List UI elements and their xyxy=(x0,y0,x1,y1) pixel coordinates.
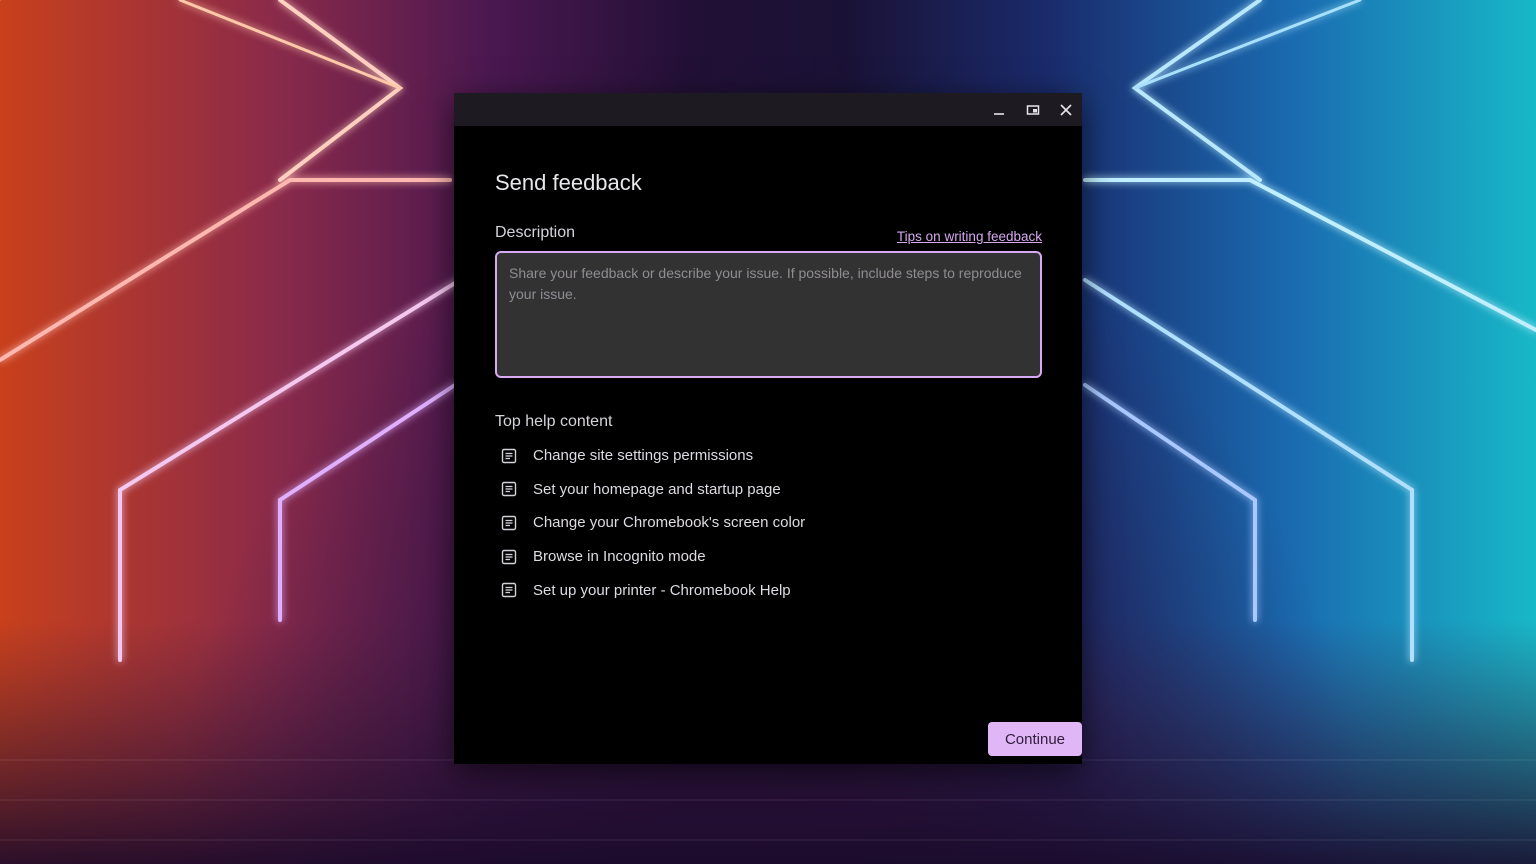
continue-button[interactable]: Continue xyxy=(988,722,1082,756)
restore-icon xyxy=(1026,104,1040,115)
help-item-label: Set your homepage and startup page xyxy=(533,480,781,498)
desktop: Send feedback Description Tips on writin… xyxy=(0,0,1536,864)
help-item[interactable]: Browse in Incognito mode xyxy=(495,540,805,574)
dialog-title: Send feedback xyxy=(495,170,642,195)
description-field[interactable] xyxy=(495,251,1042,378)
help-item[interactable]: Set up your printer - Chromebook Help xyxy=(495,573,805,607)
article-icon xyxy=(501,582,517,598)
article-icon xyxy=(501,515,517,531)
article-icon xyxy=(501,481,517,497)
tips-link[interactable]: Tips on writing feedback xyxy=(897,229,1042,244)
minimize-icon xyxy=(994,112,1004,115)
help-item-label: Change site settings permissions xyxy=(533,447,754,465)
help-item-label: Browse in Incognito mode xyxy=(533,548,706,566)
feedback-dialog: Send feedback Description Tips on writin… xyxy=(454,93,1082,764)
article-icon xyxy=(501,549,517,565)
help-item-label: Change your Chromebook's screen color xyxy=(533,514,806,532)
help-item[interactable]: Change your Chromebook's screen color xyxy=(495,506,805,540)
restore-button[interactable] xyxy=(1017,93,1049,126)
close-button[interactable] xyxy=(1050,93,1082,126)
help-heading: Top help content xyxy=(495,413,613,430)
title-bar xyxy=(454,93,1082,126)
article-icon xyxy=(501,448,517,464)
help-item[interactable]: Set your homepage and startup page xyxy=(495,473,805,507)
close-icon xyxy=(1060,103,1072,116)
help-item[interactable]: Change site settings permissions xyxy=(495,439,805,473)
minimize-button[interactable] xyxy=(983,93,1015,126)
help-item-label: Set up your printer - Chromebook Help xyxy=(533,581,791,599)
description-label: Description xyxy=(495,224,576,241)
help-list: Change site settings permissions Set you… xyxy=(495,439,805,607)
